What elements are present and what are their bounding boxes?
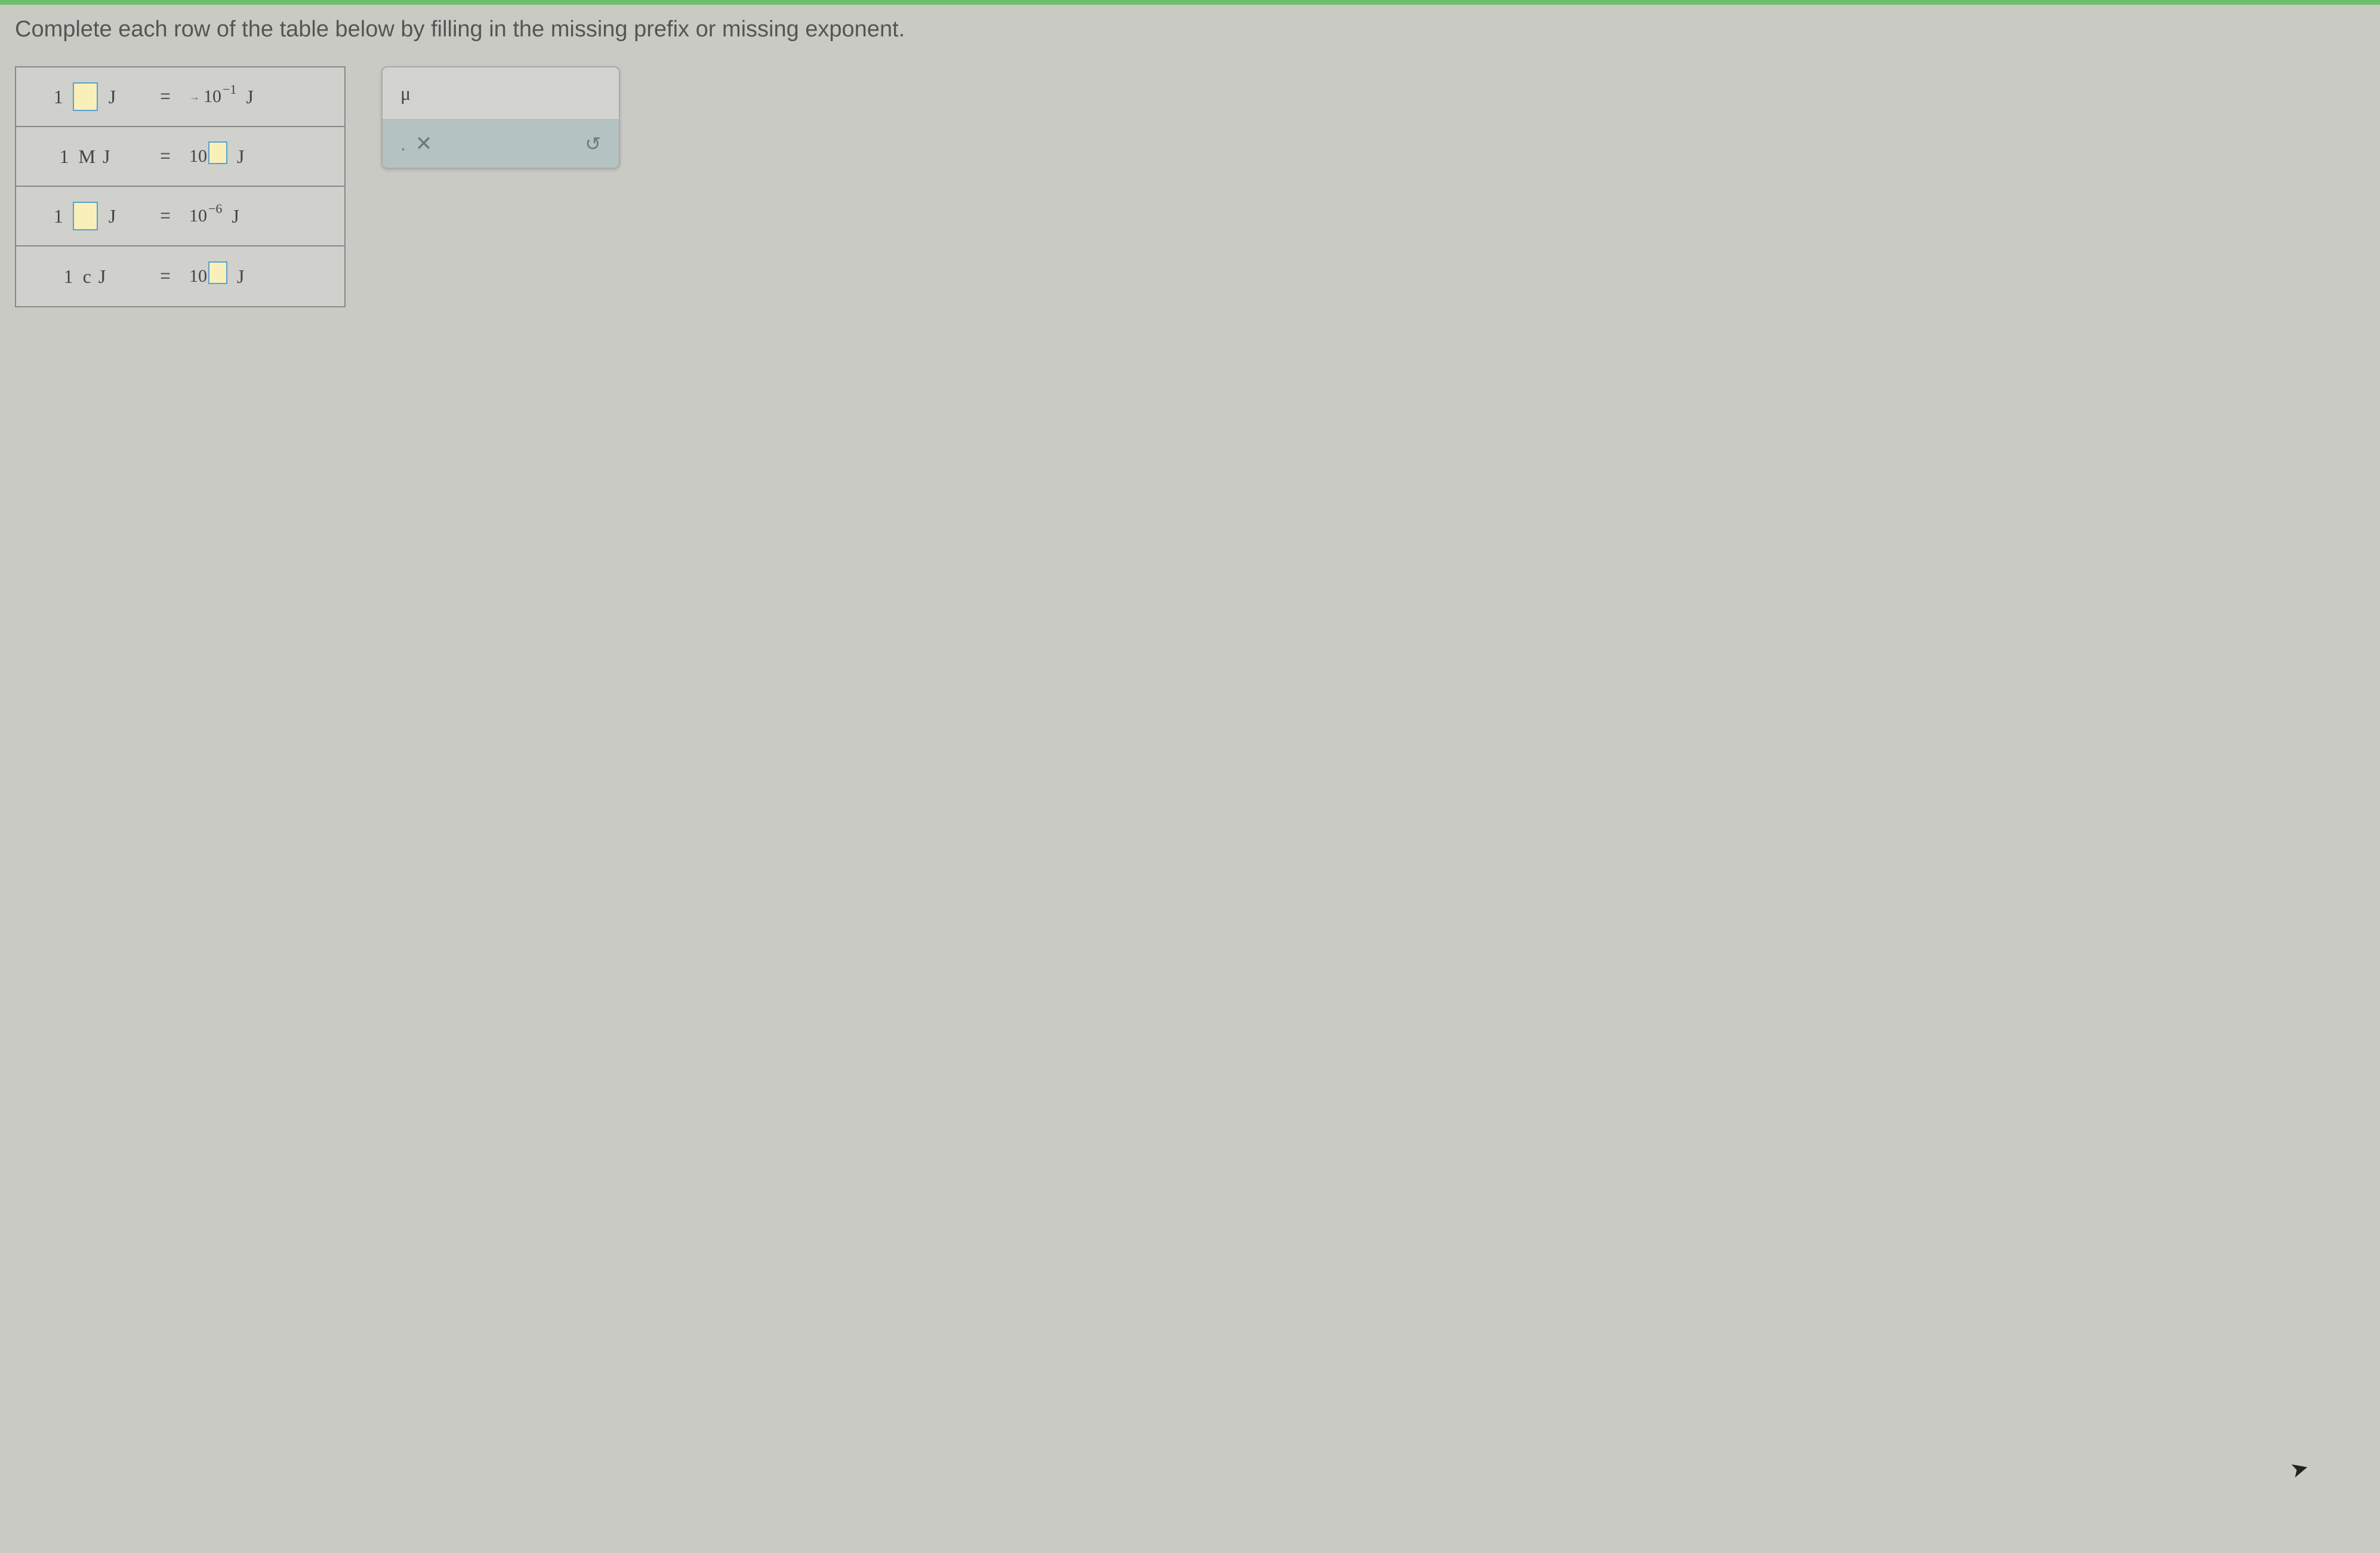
unit-label: J [109, 86, 116, 108]
table-row: 1 J = 10 −6 J [16, 187, 344, 246]
base-ten: 10 [189, 146, 207, 167]
instruction-text: Complete each row of the table below by … [15, 17, 2365, 42]
prefix-table: 1 J = → 10 −1 J 1 M [15, 66, 346, 307]
power-expression: 10 [189, 266, 227, 286]
unit-label: J [232, 205, 239, 227]
cell-left: 1 J [16, 202, 153, 230]
prefix-label: M [79, 146, 95, 168]
cell-right: 10 −6 J [177, 205, 344, 227]
coefficient: 1 [54, 86, 63, 108]
table-row: 1 M J = 10 J [16, 127, 344, 187]
coefficient: 1 [60, 146, 69, 168]
symbol-toolbox: μ . ✕ ↺ [381, 66, 620, 169]
table-row: 1 J = → 10 −1 J [16, 67, 344, 127]
exponent: −1 [223, 82, 236, 97]
mu-symbol-button[interactable]: μ [400, 82, 411, 104]
toolbox-top-row: μ [383, 67, 619, 119]
unit-label: J [237, 146, 244, 168]
clear-button[interactable]: . ✕ [400, 132, 432, 156]
table-row: 1 c J = 10 J [16, 246, 344, 306]
cell-right: → 10 −1 J [177, 86, 344, 108]
cell-left: 1 J [16, 82, 153, 111]
exponent-input[interactable] [208, 261, 227, 284]
reset-icon: ↺ [585, 133, 601, 155]
arrow-icon: → [189, 91, 200, 103]
power-expression: 10 −1 [204, 87, 236, 107]
base-ten: 10 [189, 206, 207, 226]
prefix-input[interactable] [73, 82, 98, 111]
base-ten: 10 [189, 266, 207, 286]
power-expression: 10 [189, 146, 227, 167]
unit-label: J [246, 86, 253, 108]
cursor-icon: ➤ [2287, 1455, 2311, 1483]
equals-sign: = [153, 146, 177, 167]
coefficient: 1 [64, 266, 73, 288]
power-expression: 10 −6 [189, 206, 222, 226]
base-ten: 10 [204, 87, 221, 107]
exponent-input[interactable] [208, 141, 227, 164]
x-icon: ✕ [415, 132, 433, 156]
content-area: Complete each row of the table below by … [0, 5, 2380, 1553]
toolbox-bottom-row: . ✕ ↺ [383, 119, 619, 168]
equals-sign: = [153, 266, 177, 286]
cell-right: 10 J [177, 266, 344, 288]
prefix-input[interactable] [73, 202, 98, 230]
main-area: 1 J = → 10 −1 J 1 M [15, 66, 2365, 307]
unit-label: J [98, 266, 106, 288]
cell-right: 10 J [177, 146, 344, 168]
prefix-label: c [83, 266, 91, 288]
top-accent-bar [0, 0, 2380, 5]
reset-button[interactable]: ↺ [585, 133, 601, 155]
coefficient: 1 [54, 205, 63, 227]
cell-left: 1 M J [16, 146, 153, 168]
equals-sign: = [153, 87, 177, 107]
equals-sign: = [153, 206, 177, 226]
unit-label: J [103, 146, 110, 168]
dot-icon: . [400, 133, 406, 155]
unit-label: J [237, 266, 244, 288]
unit-label: J [109, 205, 116, 227]
exponent: −6 [208, 201, 222, 217]
cell-left: 1 c J [16, 266, 153, 288]
